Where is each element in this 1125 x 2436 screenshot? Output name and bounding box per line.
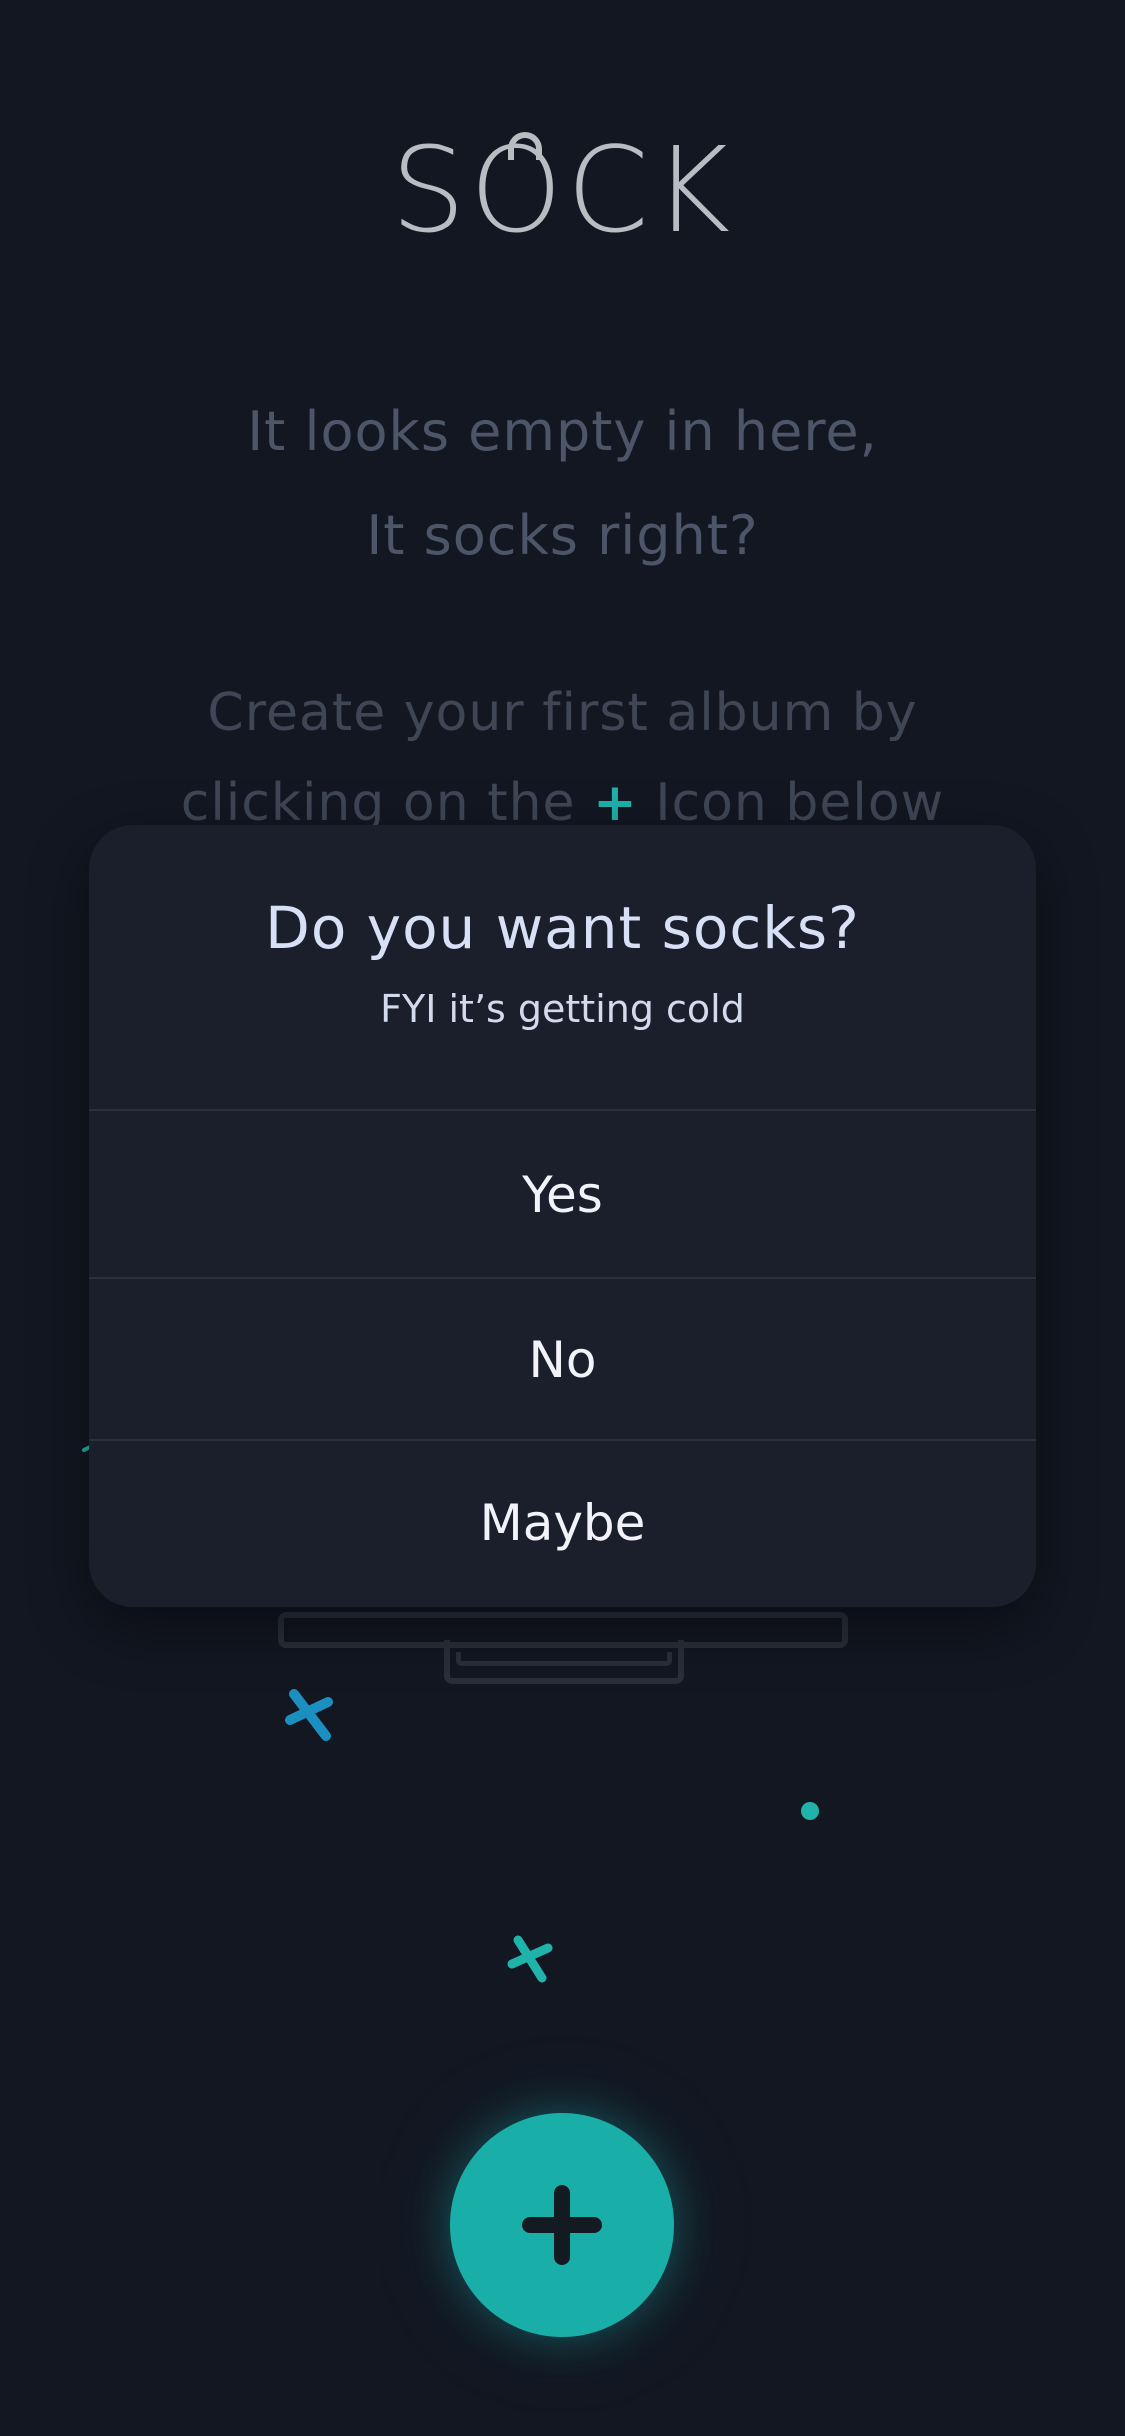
- add-album-button[interactable]: [450, 2113, 674, 2337]
- dialog-title: Do you want socks?: [265, 894, 860, 962]
- dialog-header: Do you want socks? FYI it’s getting cold: [89, 825, 1036, 1111]
- no-button[interactable]: No: [89, 1279, 1036, 1441]
- plus-icon-vertical-bar: [554, 2185, 570, 2265]
- plus-icon: [522, 2185, 602, 2265]
- maybe-button[interactable]: Maybe: [89, 1441, 1036, 1605]
- dialog-subtitle: FYI it’s getting cold: [380, 987, 745, 1031]
- yes-button[interactable]: Yes: [89, 1111, 1036, 1279]
- confirm-dialog: Do you want socks? FYI it’s getting cold…: [89, 825, 1036, 1607]
